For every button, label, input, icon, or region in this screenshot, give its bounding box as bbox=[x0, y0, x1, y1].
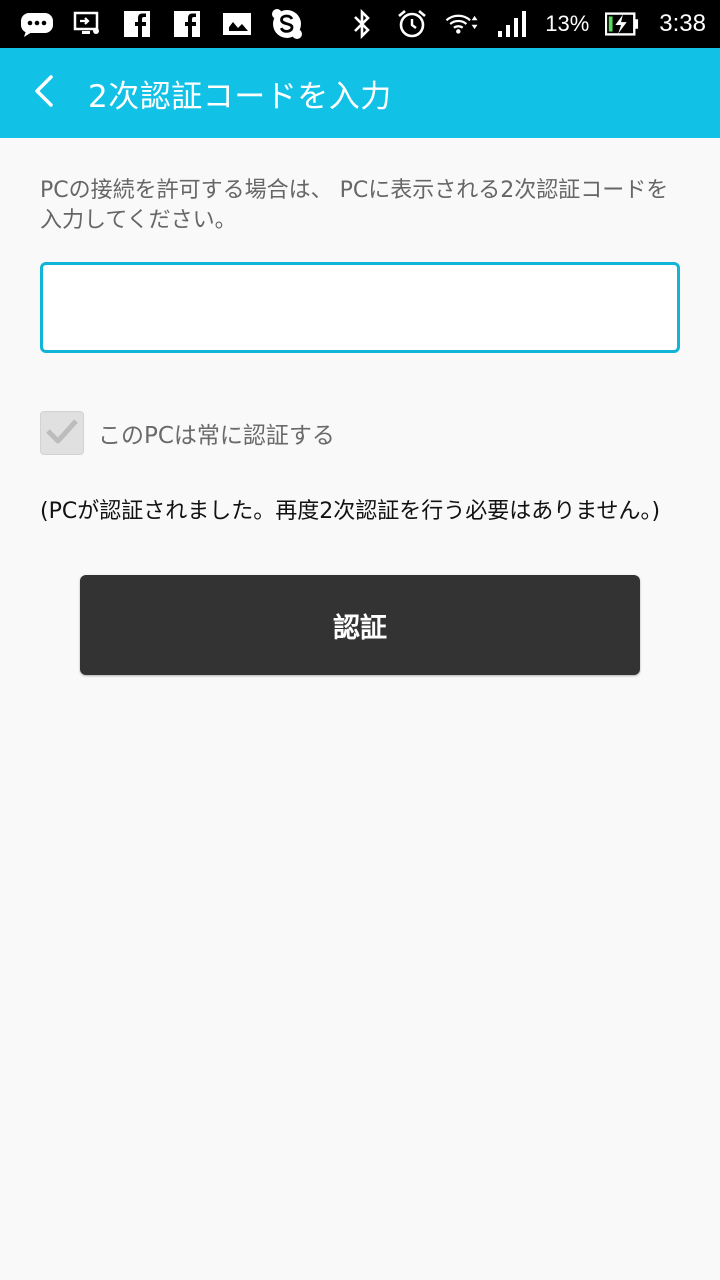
verification-form: PCの接続を許可する場合は、 PCに表示される2次認証コードを 入力してください… bbox=[40, 138, 680, 675]
wifi-icon bbox=[445, 9, 479, 39]
remember-pc-checkbox[interactable] bbox=[40, 411, 84, 455]
alarm-icon bbox=[395, 9, 429, 39]
instruction-text: PCの接続を許可する場合は、 PCに表示される2次認証コードを 入力してください… bbox=[40, 178, 669, 233]
skype-icon bbox=[270, 9, 304, 39]
verified-note: (PCが認証されました。再度2次認証を行う必要はありません。) bbox=[40, 499, 661, 524]
app-bar: 2次認証コードを入力 bbox=[0, 48, 720, 138]
verify-button[interactable]: 認証 bbox=[80, 575, 640, 675]
facebook-icon bbox=[120, 9, 154, 39]
status-bar-system: 13% 3:38 bbox=[345, 8, 706, 40]
status-bar: 13% 3:38 bbox=[0, 0, 720, 48]
facebook-icon bbox=[170, 9, 204, 39]
chat-bubble-icon bbox=[20, 9, 54, 39]
screen-cast-icon bbox=[70, 9, 104, 39]
back-button[interactable] bbox=[0, 48, 88, 138]
battery-charging-icon bbox=[605, 9, 639, 39]
status-bar-notifications bbox=[20, 9, 304, 39]
photo-icon bbox=[220, 9, 254, 39]
checkmark-icon bbox=[45, 417, 79, 449]
verification-code-input[interactable] bbox=[40, 262, 680, 353]
bluetooth-icon bbox=[345, 8, 379, 40]
remember-pc-label: このPCは常に認証する bbox=[98, 423, 335, 449]
battery-percent: 13% bbox=[545, 11, 590, 36]
chevron-left-icon bbox=[32, 74, 56, 112]
clock: 3:38 bbox=[659, 10, 706, 37]
remember-pc-option[interactable]: このPCは常に認証する bbox=[40, 411, 680, 455]
page-title: 2次認証コードを入力 bbox=[88, 78, 392, 115]
cell-signal-icon bbox=[495, 9, 529, 39]
